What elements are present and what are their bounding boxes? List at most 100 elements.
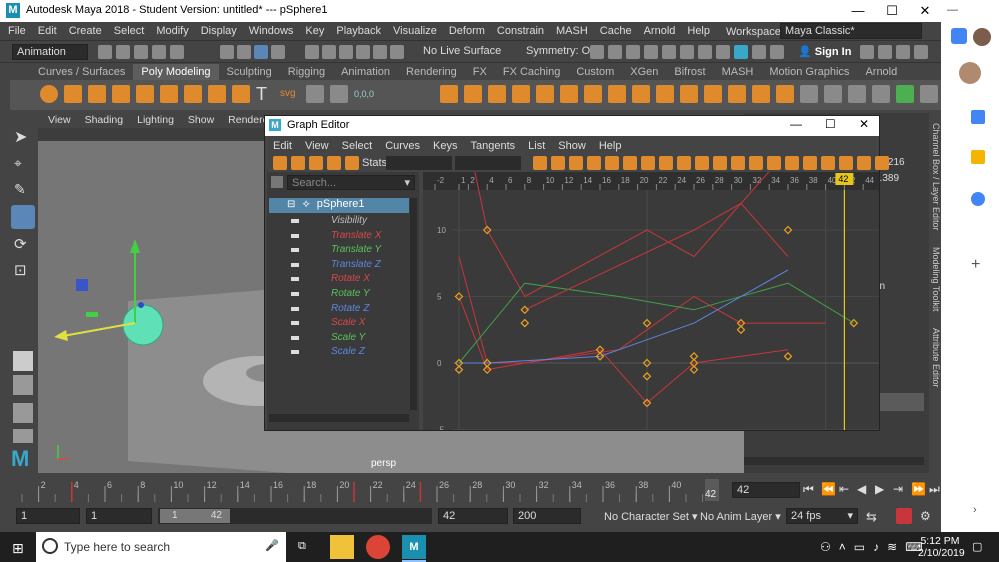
shelf-tab-sculpting[interactable]: Sculpting <box>219 64 280 80</box>
select-component-icon[interactable] <box>254 45 268 59</box>
channel-value[interactable]: 0 <box>874 188 924 204</box>
fill-hole-icon[interactable] <box>608 85 626 103</box>
viewport-menu-shading[interactable]: Shading <box>85 113 124 128</box>
shelf-tab-rendering[interactable]: Rendering <box>398 64 465 80</box>
play-backward-icon[interactable]: ◀ <box>857 482 873 497</box>
filter-icon[interactable] <box>271 176 283 188</box>
ipr-render-icon[interactable] <box>608 45 622 59</box>
select-object-icon[interactable] <box>237 45 251 59</box>
expand-panel-icon[interactable]: › <box>973 504 977 516</box>
anim-end-field[interactable]: 200 <box>513 508 581 524</box>
shelf-tab-xgen[interactable]: XGen <box>622 64 666 80</box>
ge-minimize-button[interactable]: — <box>790 117 802 131</box>
next-key-icon[interactable]: ⇥ <box>893 482 909 497</box>
poly-sphere-icon[interactable] <box>40 85 58 103</box>
ge-menu-show[interactable]: Show <box>558 137 586 154</box>
poly-torus-icon[interactable] <box>136 85 154 103</box>
redo-icon[interactable] <box>170 45 184 59</box>
render-frame-icon[interactable] <box>590 45 604 59</box>
curve-graph[interactable]: -2 1 2 4 6 8 10 12 14 16 18 20 22 24 26 28 30 32 34 36 38 40 4… <box>423 172 879 430</box>
scale-tool-icon[interactable]: ⊡ <box>14 261 32 279</box>
time-slider[interactable]: 2 4 6 8 10 12 14 16 18 20 22 24 26 28 30 32 34 36 38 40 42 … <box>8 478 943 503</box>
unfold-icon[interactable] <box>848 85 866 103</box>
channel-scrollbar[interactable] <box>744 457 924 465</box>
shelf-tab-motion-graphics[interactable]: Motion Graphics <box>761 64 857 80</box>
channel-value[interactable]: 1 <box>874 250 924 266</box>
auto-tangent-icon[interactable] <box>587 156 601 170</box>
uv-icon[interactable] <box>330 85 348 103</box>
post-infinity-icon[interactable] <box>857 156 871 170</box>
snap-grid-icon[interactable] <box>305 45 319 59</box>
shelf-tab-animation[interactable]: Animation <box>333 64 398 80</box>
tray-chevron-icon[interactable]: ˄ <box>839 540 846 554</box>
side-tabs[interactable]: Channel Box / Layer Editor Modeling Tool… <box>929 123 941 463</box>
taskbar-clock[interactable]: 5:12 PM 2/10/2019 <box>918 535 965 559</box>
tasks-icon[interactable] <box>971 192 985 206</box>
live-surface-field[interactable]: No Live Surface <box>423 45 501 57</box>
snap-surface-icon[interactable] <box>373 45 387 59</box>
stats-field-time[interactable] <box>386 156 452 170</box>
profile-avatar[interactable] <box>973 28 991 46</box>
calendar-icon[interactable] <box>971 110 985 124</box>
ge-menu-keys[interactable]: Keys <box>433 137 457 154</box>
shelf-settings-icon[interactable] <box>920 85 938 103</box>
multi-cut-icon[interactable] <box>656 85 674 103</box>
freeze-transform-icon[interactable]: 0,0,0 <box>354 85 378 103</box>
menu-display[interactable]: Display <box>201 25 237 37</box>
curve-graph-svg[interactable]: -2 1 2 4 6 8 10 12 14 16 18 20 22 24 26 28 30 32 34 36 38 40 4… <box>423 172 879 430</box>
attribute-row[interactable]: Scale Z <box>267 345 409 360</box>
menu-visualize[interactable]: Visualize <box>393 25 437 37</box>
search-dropdown-icon[interactable]: ▾ <box>404 176 410 190</box>
shelf-tab-fx[interactable]: FX <box>465 64 495 80</box>
task-view-icon[interactable]: ⧉ <box>298 540 306 553</box>
prev-key-icon[interactable]: ⇤ <box>839 482 855 497</box>
snap-view-icon[interactable] <box>356 45 370 59</box>
attribute-row[interactable]: Rotate Z <box>267 302 409 317</box>
open-scene-icon[interactable] <box>116 45 130 59</box>
single-perspective-icon[interactable] <box>13 351 33 371</box>
attribute-row[interactable]: Translate Z <box>267 258 409 273</box>
new-scene-icon[interactable] <box>98 45 112 59</box>
channel-value[interactable]: 0 <box>874 204 924 220</box>
quad-draw-icon[interactable] <box>752 85 770 103</box>
menu-set-dropdown[interactable]: Animation <box>12 44 88 60</box>
collapse-icon[interactable] <box>704 85 722 103</box>
notifications-icon[interactable]: ▢ <box>972 540 982 553</box>
taskbar-search-box[interactable]: Type here to search 🎤 <box>36 532 286 562</box>
menu-key[interactable]: Key <box>305 25 324 37</box>
channel-value[interactable]: 4.389 <box>874 173 924 189</box>
select-tool-icon[interactable]: ➤ <box>14 127 32 146</box>
attribute-row[interactable]: Visibility <box>267 214 409 229</box>
spline-tangent-icon[interactable] <box>605 156 619 170</box>
uv-editor-icon[interactable] <box>800 85 818 103</box>
rotate-tool-icon[interactable]: ⟳ <box>14 235 32 253</box>
stats-field-value[interactable] <box>455 156 521 170</box>
outliner-layout-icon[interactable] <box>13 429 33 443</box>
keep-icon[interactable] <box>971 150 985 164</box>
close-button[interactable]: ✕ <box>908 0 942 22</box>
ge-close-button[interactable]: ✕ <box>859 117 869 131</box>
tab-channel-box[interactable]: Channel Box / Layer Editor <box>931 123 941 231</box>
lattice-icon[interactable] <box>309 156 323 170</box>
maximize-button[interactable]: ☐ <box>875 0 909 22</box>
menu-help[interactable]: Help <box>687 25 710 37</box>
shelf-tab-bifrost[interactable]: Bifrost <box>666 64 713 80</box>
move-tool-icon[interactable] <box>11 205 35 229</box>
viewport-menu-lighting[interactable]: Lighting <box>137 113 174 128</box>
go-to-start-icon[interactable]: ⏮ <box>803 482 819 497</box>
planar-map-icon[interactable] <box>824 85 842 103</box>
separate-icon[interactable] <box>464 85 482 103</box>
profile-avatar-large[interactable] <box>959 62 981 84</box>
hdri-icon[interactable] <box>752 45 766 59</box>
arnold-ipr-icon[interactable] <box>734 45 748 59</box>
menu-mash[interactable]: MASH <box>556 25 588 37</box>
linear-tangent-icon[interactable] <box>641 156 655 170</box>
menu-file[interactable]: File <box>8 25 26 37</box>
people-icon[interactable]: ⚇ <box>820 540 831 554</box>
loop-icon[interactable]: ⇆ <box>866 509 877 525</box>
expand-icon[interactable]: ⊟ <box>287 199 295 210</box>
minimize-button[interactable]: — <box>841 0 875 22</box>
insert-key-icon[interactable] <box>291 156 305 170</box>
lasso-icon[interactable] <box>271 45 285 59</box>
menu-arnold[interactable]: Arnold <box>644 25 676 37</box>
